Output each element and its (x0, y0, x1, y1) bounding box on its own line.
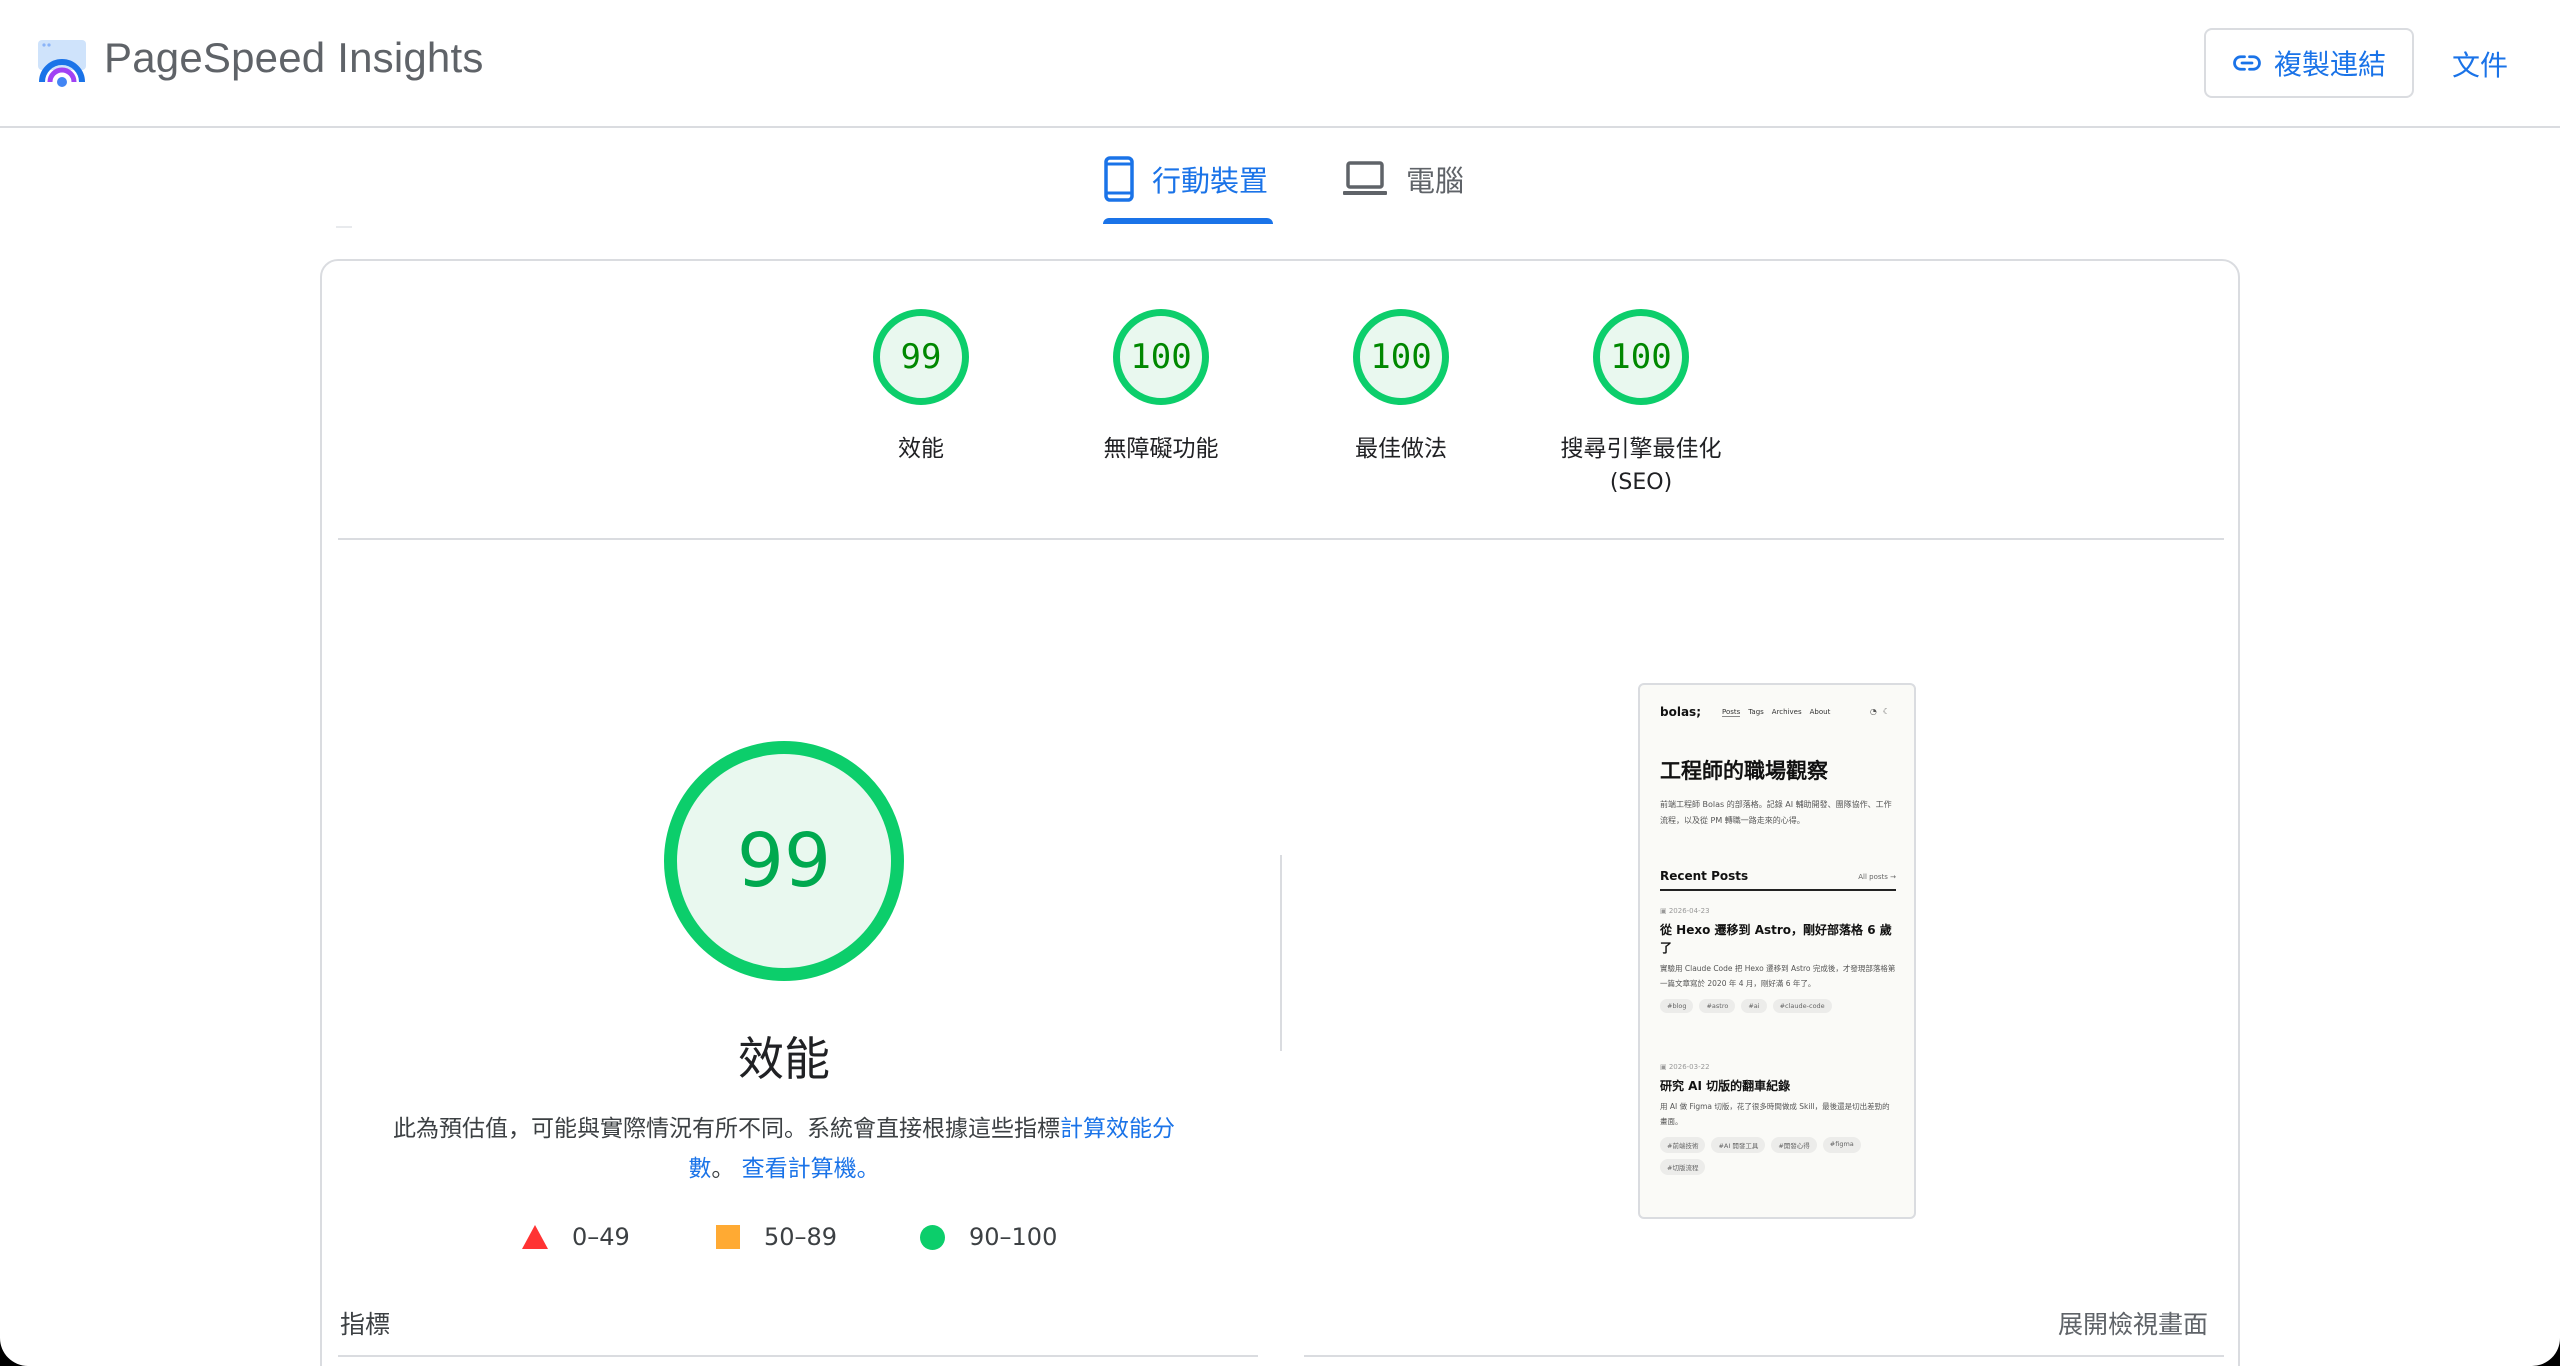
top-header: PageSpeed Insights 複製連結 文件 (0, 0, 2560, 128)
pagespeed-logo-icon[interactable] (36, 38, 88, 90)
thumb-recent-title: Recent Posts (1660, 869, 1749, 883)
expand-view-link[interactable]: 展開檢視畫面 (2058, 1305, 2208, 1341)
thumb-title: 工程師的職場觀察 (1660, 759, 1828, 783)
triangle-icon (522, 1225, 548, 1249)
tab-mobile[interactable]: 行動裝置 (1104, 152, 1268, 206)
link-icon (2233, 55, 2261, 71)
score-ring: 99 (873, 309, 969, 405)
tab-desktop-label: 電腦 (1406, 164, 1465, 198)
device-tabs: 行動裝置 電腦 (0, 128, 2560, 228)
thumb-date-text: 2026-03-22 (1668, 1063, 1710, 1071)
thumb-post-title: 從 Hexo 遷移到 Astro，剛好部落格 6 歲了 (1660, 923, 1892, 955)
thumb-all-posts: All posts → (1858, 873, 1896, 881)
thumb-tag: #開發心得 (1771, 1137, 1817, 1153)
thumb-post-date: ▣ 2026-03-22 (1660, 1063, 1710, 1071)
thumb-nav-item: Posts (1722, 708, 1741, 717)
metrics-heading: 指標 (340, 1310, 391, 1339)
desc-separator: 。 (711, 1156, 735, 1182)
legend-range: 50–89 (764, 1223, 838, 1251)
gauge-best-practices[interactable]: 100 最佳做法 (1291, 309, 1511, 469)
circle-icon (920, 1224, 945, 1250)
thumb-post: ▣ 2026-03-22 研究 AI 切版的翻車紀錄 用 AI 做 Figma … (1660, 1063, 1896, 1175)
gauge-label: 無障礙功能 (1103, 436, 1219, 462)
legend-average: 50–89 (716, 1223, 837, 1251)
thumb-tag: #astro (1699, 999, 1736, 1013)
thumb-tag: #claude-code (1772, 999, 1832, 1013)
thumb-tags: #前端技術 #AI 開發工具 #開發心得 #figma #切版流程 (1660, 1137, 1896, 1175)
thumb-date-text: 2026-04-23 (1668, 907, 1710, 915)
thumb-nav-item: About (1809, 708, 1831, 716)
thumb-post-date: ▣ 2026-04-23 (1660, 907, 1710, 915)
copy-link-button[interactable]: 複製連結 (2204, 28, 2414, 98)
score-legend: 0–49 50–89 90–100 (522, 1223, 1082, 1263)
thumb-nav-item: Archives (1771, 708, 1802, 716)
thumb-tag: #figma (1822, 1137, 1861, 1153)
score-ring: 100 (1353, 309, 1449, 405)
report-card: 99 效能 100 無障礙功能 100 最佳做法 100 搜尋引擎最佳化 (SE… (320, 259, 2240, 1366)
gauges-divider (338, 538, 2224, 540)
gauge-label-line2: (SEO) (1609, 470, 1673, 495)
metrics-divider-left (338, 1355, 1258, 1357)
thumb-post-title: 研究 AI 切版的翻車紀錄 (1660, 1079, 1791, 1093)
copy-link-label: 複製連結 (2273, 48, 2386, 81)
final-screenshot[interactable]: bolas; Posts Tags Archives About ◔☾ 工程師的… (1638, 683, 1916, 1219)
laptop-icon (1343, 161, 1387, 195)
calculator-link[interactable]: 查看計算機。 (742, 1156, 880, 1182)
vertical-divider (1280, 855, 1282, 1051)
pagespeed-window: PageSpeed Insights 複製連結 文件 行動裝置 電腦 99 效能… (0, 0, 2560, 1366)
gauge-accessibility[interactable]: 100 無障礙功能 (1051, 309, 1271, 469)
legend-range: 0–49 (572, 1223, 630, 1251)
rss-moon-icon: ◔☾ (1869, 707, 1896, 716)
thumb-logo: bolas; (1660, 705, 1701, 719)
legend-fail: 0–49 (522, 1223, 630, 1251)
thumb-post-desc: 用 AI 做 Figma 切版，花了很多時間做成 Skill，最後還是切出差勁的… (1660, 1102, 1890, 1126)
thumb-tag: #切版流程 (1660, 1159, 1706, 1175)
tab-mobile-label: 行動裝置 (1152, 164, 1269, 198)
smartphone-icon (1104, 156, 1134, 202)
thumb-desc: 前端工程師 Bolas 的部落格。記錄 AI 輔助開發、團隊協作、工作流程，以及… (1660, 800, 1892, 825)
gauge-label: 最佳做法 (1355, 436, 1447, 462)
score-ring: 100 (1113, 309, 1209, 405)
gauge-performance[interactable]: 99 效能 (811, 309, 1031, 469)
thumb-nav-links: Posts Tags Archives About (1722, 708, 1830, 717)
square-icon (716, 1225, 740, 1249)
thumb-tags: #blog #astro #ai #claude-code (1660, 999, 1896, 1013)
metrics-divider-right (1304, 1355, 2224, 1357)
desc-text: 此為預估值，可能與實際情況有所不同。系統會直接根據這些指標 (393, 1116, 1060, 1142)
gauge-label: 效能 (898, 436, 944, 462)
thumb-recent-header: Recent Posts All posts → (1660, 869, 1896, 891)
category-gauges: 99 效能 100 無障礙功能 100 最佳做法 100 搜尋引擎最佳化 (SE… (322, 261, 2238, 541)
divider-mark (336, 226, 352, 228)
thumb-tag: #AI 開發工具 (1711, 1137, 1766, 1153)
tab-desktop[interactable]: 電腦 (1342, 152, 1464, 206)
gauge-label-line1: 搜尋引擎最佳化 (1560, 436, 1722, 462)
performance-description: 此為預估值，可能與實際情況有所不同。系統會直接根據這些指標計算效能分數。 查看計… (372, 1109, 1196, 1189)
thumb-tag: #ai (1741, 999, 1767, 1013)
performance-title: 效能 (738, 1032, 830, 1086)
score-ring: 100 (1593, 309, 1689, 405)
gauge-label: 搜尋引擎最佳化 (SEO) (1531, 429, 1751, 497)
thumb-tag: #前端技術 (1660, 1137, 1706, 1153)
thumb-nav-item: Tags (1748, 708, 1764, 716)
selected-tab-indicator (1103, 218, 1273, 224)
performance-score-ring: 99 (664, 741, 904, 981)
thumb-tag: #blog (1660, 999, 1694, 1013)
thumb-post-desc: 實驗用 Claude Code 把 Hexo 遷移到 Astro 完成後，才發現… (1660, 964, 1896, 988)
thumb-post: ▣ 2026-04-23 從 Hexo 遷移到 Astro，剛好部落格 6 歲了… (1660, 907, 1896, 1013)
docs-link[interactable]: 文件 (2452, 44, 2508, 84)
gauge-seo[interactable]: 100 搜尋引擎最佳化 (SEO) (1531, 309, 1751, 497)
legend-range: 90–100 (969, 1223, 1058, 1251)
brand-title[interactable]: PageSpeed Insights (104, 34, 484, 82)
thumb-nav: bolas; Posts Tags Archives About ◔☾ (1660, 705, 1896, 725)
legend-pass: 90–100 (920, 1223, 1057, 1251)
